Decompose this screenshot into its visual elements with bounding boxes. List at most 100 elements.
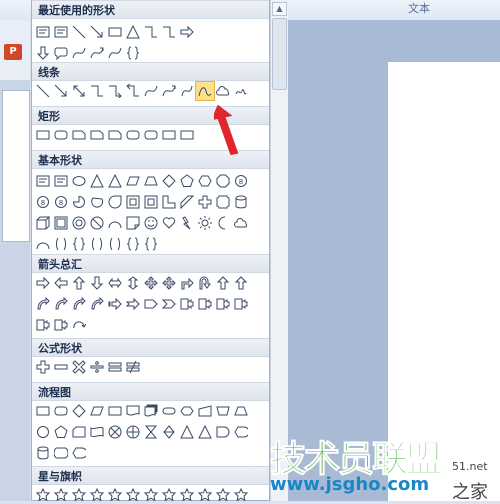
circle-num-icon[interactable]: 8 [232,172,250,190]
trapezoid-icon[interactable] [142,172,160,190]
curved-dbl-icon[interactable] [178,82,196,100]
elbow-arrow-icon[interactable] [106,82,124,100]
ribbon-tab-text[interactable]: 文本 [408,0,430,16]
terminator-icon[interactable] [160,402,178,420]
cylinder-icon[interactable] [34,444,52,462]
scribble-icon[interactable] [232,82,250,100]
rect-icon[interactable] [106,23,124,41]
arc-icon[interactable] [34,235,52,253]
pie-icon[interactable] [70,193,88,211]
plus-icon[interactable] [34,358,52,376]
display-icon[interactable] [232,423,250,441]
cube-icon[interactable] [34,214,52,232]
moon-icon[interactable] [214,214,232,232]
star-icon[interactable] [88,486,106,504]
arrow-lr-icon[interactable] [106,274,124,292]
triangle-icon[interactable] [124,23,142,41]
callout-icon[interactable] [34,316,52,334]
star-icon[interactable] [34,486,52,504]
elbow-icon[interactable] [88,82,106,100]
star-icon[interactable] [196,486,214,504]
arrow-up-icon[interactable] [232,274,250,292]
noentry-icon[interactable] [88,214,106,232]
manual-input-icon[interactable] [196,402,214,420]
snip-rect-icon[interactable] [70,126,88,144]
powerpoint-icon[interactable]: P [4,44,22,60]
arrow-down-icon[interactable] [34,44,52,62]
callout-icon[interactable] [232,295,250,313]
parallelogram-icon[interactable] [124,172,142,190]
rect-icon[interactable] [34,402,52,420]
textbox-icon[interactable] [34,23,52,41]
textbox-icon[interactable] [52,23,70,41]
divide-icon[interactable] [88,358,106,376]
card-icon[interactable] [70,423,88,441]
cloud-icon[interactable] [214,82,232,100]
triangle-icon[interactable] [178,423,196,441]
slide-thumbnail[interactable] [2,90,30,242]
minus-icon[interactable] [52,358,70,376]
round-rect-icon[interactable] [52,126,70,144]
chevron-icon[interactable] [160,295,178,313]
star-icon[interactable] [52,486,70,504]
parallelogram-icon[interactable] [88,402,106,420]
drum-icon[interactable] [52,444,70,462]
pentagon-icon[interactable] [52,423,70,441]
rect-icon[interactable] [160,126,178,144]
round-rect-icon[interactable] [142,126,160,144]
arrow-ud-icon[interactable] [124,274,142,292]
scroll-thumb[interactable] [272,18,287,90]
bevel-icon[interactable] [52,214,70,232]
pentagon-arrow-icon[interactable] [142,295,160,313]
lshape-icon[interactable] [160,193,178,211]
callout-icon[interactable] [214,295,232,313]
brace-icon[interactable] [70,235,88,253]
arrow-up-icon[interactable] [70,274,88,292]
arrow-left-icon[interactable] [52,274,70,292]
triangle-icon[interactable] [196,423,214,441]
can-icon[interactable] [232,193,250,211]
arrow-line-icon[interactable] [88,23,106,41]
arrow-notch-icon[interactable] [124,295,142,313]
elbow-dbl-icon[interactable] [124,82,142,100]
elbow-icon[interactable] [142,23,160,41]
line-icon[interactable] [70,23,88,41]
collate-icon[interactable] [142,423,160,441]
star-icon[interactable] [214,486,232,504]
star-icon[interactable] [70,486,88,504]
callout-icon[interactable] [52,316,70,334]
curved-arrow-icon[interactable] [88,44,106,62]
triangle-icon[interactable] [88,172,106,190]
brace-icon[interactable] [142,235,160,253]
round-rect-icon[interactable] [124,126,142,144]
multidoc-icon[interactable] [142,402,160,420]
smiley-icon[interactable] [142,214,160,232]
circle-icon[interactable] [34,423,52,441]
arrow-down-icon[interactable] [88,274,106,292]
prep-icon[interactable] [178,402,196,420]
ellipse-icon[interactable] [70,172,88,190]
plaque-icon[interactable] [214,193,232,211]
manual-op-icon[interactable] [214,402,232,420]
rect-icon[interactable] [106,402,124,420]
star-icon[interactable] [160,486,178,504]
elbow-icon[interactable] [160,23,178,41]
arrow-up-icon[interactable] [214,274,232,292]
donut-icon[interactable] [70,214,88,232]
frame-icon[interactable] [142,193,160,211]
octagon-icon[interactable] [214,172,232,190]
summing-icon[interactable] [106,423,124,441]
bracket-icon[interactable] [52,235,70,253]
snip-rect-icon[interactable] [88,126,106,144]
callout-icon[interactable] [178,295,196,313]
notequal-icon[interactable] [124,358,142,376]
arrow-curve-icon[interactable] [52,295,70,313]
sort-icon[interactable] [160,423,178,441]
star-icon[interactable] [142,486,160,504]
arrow-right-icon[interactable] [178,23,196,41]
doc-icon[interactable] [124,402,142,420]
dbl-arrow-line-icon[interactable] [70,82,88,100]
sun-icon[interactable] [196,214,214,232]
arrow-quad-icon[interactable] [142,274,160,292]
star-icon[interactable] [232,486,250,504]
